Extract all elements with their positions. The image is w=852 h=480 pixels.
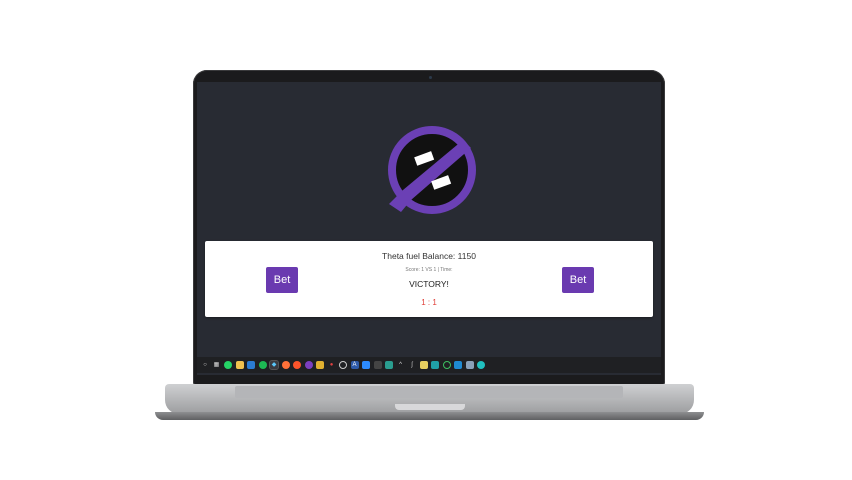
terminal-icon[interactable] [385,361,393,369]
settings-icon[interactable] [477,361,485,369]
brave-icon[interactable] [293,361,301,369]
bet-left-button[interactable]: Bet [266,267,298,293]
task-view-icon[interactable]: ▦ [213,361,221,369]
taskbar: ○ ▦ ◆ ● A ^ ʃ [197,357,661,373]
mail-icon[interactable] [247,361,255,369]
spotify-icon[interactable] [258,361,267,369]
zoom-icon[interactable] [362,361,370,369]
aegis-icon[interactable]: A [350,361,359,369]
active-app-icon[interactable]: ◆ [269,360,279,370]
tool-icon[interactable] [316,361,324,369]
balance-text: Theta fuel Balance: 1150 [382,251,476,261]
bet-right-button[interactable]: Bet [562,267,594,293]
app-icon[interactable]: ● [328,361,336,369]
firefox-icon[interactable] [281,361,290,369]
github-icon[interactable] [304,361,313,369]
webcam [429,76,432,79]
start-icon[interactable]: ○ [201,361,209,369]
keyboard [235,386,623,398]
app-logo [388,126,476,214]
base-notch [395,404,465,410]
chevron-up-icon[interactable]: ^ [397,361,405,369]
laptop-screen: Theta fuel Balance: 1150 Score: 1 VS 1 |… [197,82,661,375]
file-explorer-icon[interactable] [235,361,244,369]
whatsapp-icon[interactable] [224,361,232,369]
vscode-icon[interactable] [454,361,462,369]
photos-icon[interactable] [465,361,474,369]
mic-icon[interactable]: ʃ [408,361,416,369]
notes-icon[interactable] [419,361,428,369]
tally-text: 1 : 1 [421,298,437,307]
game-card: Theta fuel Balance: 1150 Score: 1 VS 1 |… [205,241,653,317]
remote-icon[interactable] [373,361,382,369]
sync-icon[interactable] [442,361,451,369]
laptop-base-edge [155,412,704,420]
teams-icon[interactable] [431,361,439,369]
clock-icon[interactable] [339,361,347,369]
